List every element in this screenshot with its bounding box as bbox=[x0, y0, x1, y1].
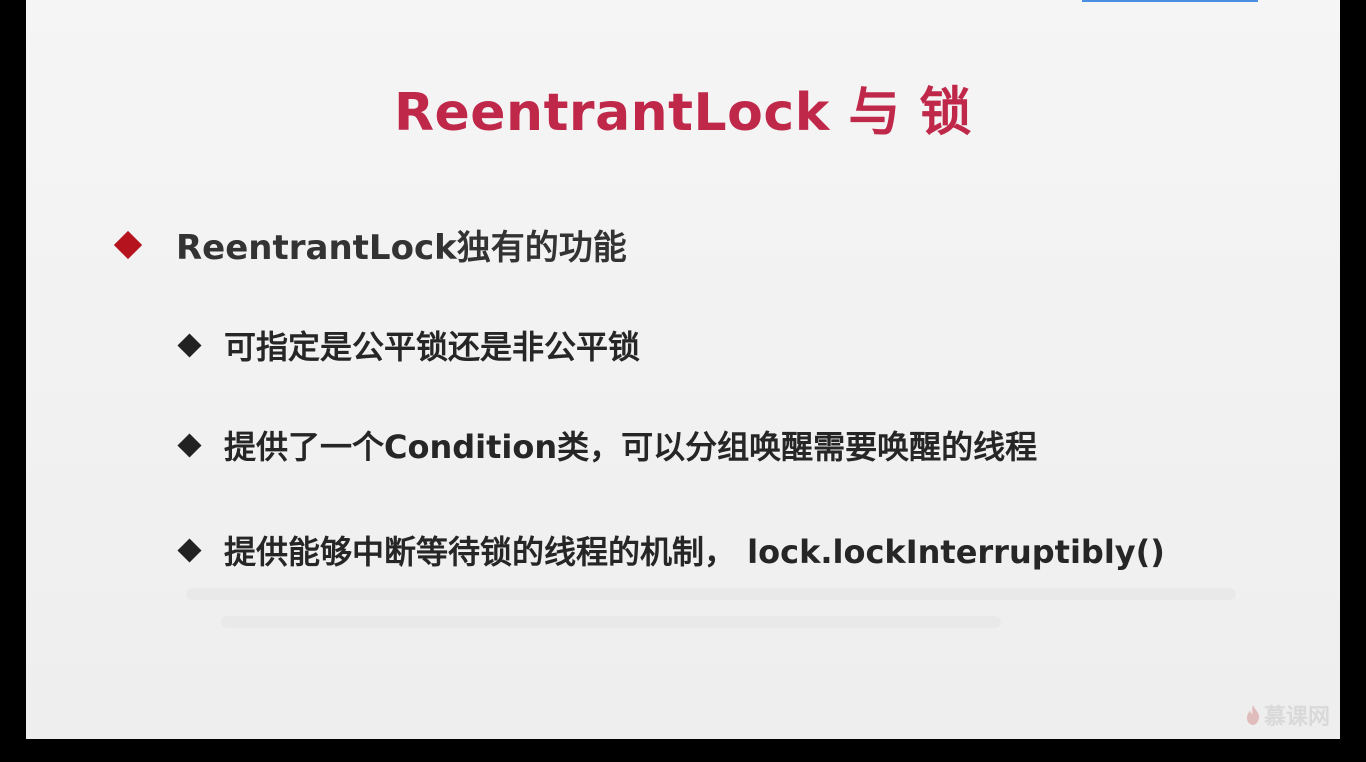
video-frame: ReentrantLock 与 锁 ReentrantLock独有的功能 可指定… bbox=[0, 0, 1366, 762]
presentation-slide: ReentrantLock 与 锁 ReentrantLock独有的功能 可指定… bbox=[26, 0, 1340, 739]
logo-text: 慕课网 bbox=[1263, 705, 1330, 730]
sub-bullet-text-1: 可指定是公平锁还是非公平锁 bbox=[224, 328, 641, 366]
top-accent-bar bbox=[1082, 0, 1258, 2]
ghost-text-line bbox=[221, 616, 1001, 628]
sub-bullet-3: 提供能够中断等待锁的线程的机制， lock.lockInterruptibly(… bbox=[177, 527, 1165, 573]
sub-bullet-2: 提供了一个Condition类，可以分组唤醒需要唤醒的线程 bbox=[177, 422, 1038, 468]
slide-title: ReentrantLock 与 锁 bbox=[393, 83, 973, 143]
main-bullet: ReentrantLock独有的功能 bbox=[113, 220, 627, 269]
black-diamond-bullet-icon bbox=[177, 432, 202, 458]
red-diamond-bullet-icon bbox=[113, 230, 143, 259]
sub-bullet-text-3: 提供能够中断等待锁的线程的机制， lock.lockInterruptibly(… bbox=[224, 533, 1165, 571]
main-bullet-text: ReentrantLock独有的功能 bbox=[176, 228, 627, 268]
flame-icon bbox=[1246, 705, 1260, 725]
black-diamond-bullet-icon bbox=[177, 537, 202, 563]
sub-bullet-text-2: 提供了一个Condition类，可以分组唤醒需要唤醒的线程 bbox=[224, 428, 1038, 466]
black-diamond-bullet-icon bbox=[177, 332, 202, 358]
ghost-text-line bbox=[186, 588, 1236, 600]
sub-bullet-1: 可指定是公平锁还是非公平锁 bbox=[177, 322, 641, 368]
imooc-logo: 慕课网 bbox=[1246, 699, 1330, 731]
